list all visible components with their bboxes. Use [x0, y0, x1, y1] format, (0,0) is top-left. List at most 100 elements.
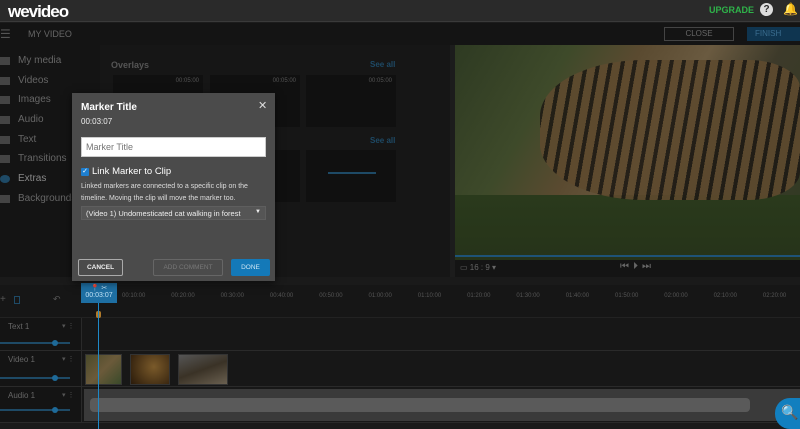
slider-knob[interactable] — [52, 375, 58, 381]
playback-controls: ⏮⏵⏭ — [620, 261, 655, 272]
audio-waveform — [90, 398, 750, 412]
background-icon — [0, 194, 10, 203]
sidebar-item-label: Transitions — [18, 153, 67, 164]
video-icon — [0, 76, 10, 85]
track-header: Video 1 ▾ ⋮ — [0, 351, 82, 386]
see-all-link[interactable]: See all — [370, 60, 395, 69]
track-volume-slider[interactable] — [0, 409, 70, 411]
aspect-ratio-value: 16 : 9 — [469, 263, 490, 272]
track-name: Video 1 — [8, 355, 35, 364]
track-menu-icon[interactable]: ▾ ⋮ — [62, 322, 74, 330]
project-name[interactable]: MY VIDEO — [28, 29, 72, 39]
timeline-ruler[interactable] — [0, 285, 800, 318]
sidebar-item-audio[interactable]: Audio — [0, 114, 44, 125]
sidebar-item-text[interactable]: Text — [0, 134, 36, 145]
sidebar-item-videos[interactable]: Videos — [0, 75, 48, 86]
ruler-tick-label: 01:00:00 — [368, 293, 392, 299]
ruler-tick-label: 00:10:00 — [122, 293, 146, 299]
sidebar-item-label: Images — [18, 94, 51, 105]
slider-knob[interactable] — [52, 407, 58, 413]
notification-bell-icon[interactable]: 🔔 — [783, 2, 798, 16]
dialog-title: Marker Title — [81, 102, 137, 113]
ruler-tick-label: 00:40:00 — [269, 293, 294, 299]
close-icon[interactable]: ✕ — [258, 99, 267, 112]
track-menu-icon[interactable]: ▾ ⋮ — [62, 355, 74, 363]
ruler-tick-label: 02:20:00 — [762, 293, 787, 299]
ruler-tick-label: 00:30:00 — [220, 293, 244, 299]
track-header: Text 1 ▾ ⋮ — [0, 318, 82, 350]
ruler-tick-label: 00:50:00 — [319, 293, 343, 299]
ruler-tick-label: 01:30:00 — [516, 293, 540, 299]
playhead-time: 00:03:07 — [85, 292, 113, 299]
play-icon[interactable]: ⏵ — [633, 261, 642, 272]
link-marker-label[interactable]: Link Marker to Clip — [92, 166, 171, 177]
sidebar-item-backgrounds[interactable]: Backgrounds — [0, 193, 76, 204]
finish-button[interactable]: FINISH — [747, 27, 800, 41]
skip-forward-icon[interactable]: ⏭ — [642, 261, 655, 272]
sidebar-item-label: Text — [18, 134, 37, 145]
add-track-icon[interactable]: + — [0, 294, 6, 305]
sidebar-item-label: Extras — [18, 173, 47, 184]
sidebar-item-label: Audio — [18, 114, 44, 125]
sidebar-item-my-media[interactable]: My media — [0, 55, 61, 66]
done-button[interactable]: DONE — [231, 259, 270, 276]
duration: 00:05:00 — [368, 78, 392, 84]
ruler-tick-label: 02:10:00 — [713, 293, 737, 299]
close-button[interactable]: CLOSE — [664, 27, 734, 41]
track-name: Audio 1 — [8, 391, 36, 400]
marker-title-input[interactable] — [81, 137, 266, 157]
extra-thumbnail[interactable] — [306, 150, 396, 202]
help-icon[interactable]: ? — [760, 3, 773, 16]
clip-select-value: (Video 1) Undomesticated cat walking in … — [86, 209, 241, 218]
video-clip[interactable] — [85, 354, 122, 385]
slider-knob[interactable] — [52, 340, 58, 346]
cancel-button[interactable]: CANCEL — [78, 259, 123, 276]
marker-time: 00:03:07 — [81, 117, 113, 126]
sidebar-item-label: Videos — [18, 75, 49, 86]
video-clip[interactable] — [130, 354, 170, 385]
video-clip[interactable] — [178, 354, 228, 385]
sidebar-item-extras[interactable]: Extras — [0, 173, 46, 184]
upgrade-link[interactable]: UPGRADE — [709, 5, 754, 15]
ruler-tick-label: 01:40:00 — [565, 293, 590, 299]
track-text-1: Text 1 ▾ ⋮ — [0, 318, 800, 351]
track-header: Audio 1 ▾ ⋮ — [0, 387, 82, 422]
link-description: Linked markers are connected to a specif… — [81, 183, 248, 202]
snap-icon[interactable] — [14, 296, 20, 304]
duration: 00:05:00 — [272, 78, 296, 84]
zoom-search-icon[interactable]: 🔍 — [775, 398, 800, 429]
ruler-tick-label: 01:10:00 — [417, 293, 442, 299]
chevron-down-icon: ▼ — [255, 209, 261, 215]
overlay-thumbnail[interactable]: 00:05:00 — [306, 75, 396, 127]
preview-foreground — [455, 195, 800, 260]
hamburger-menu-icon[interactable]: ☰ — [0, 27, 11, 41]
wevideo-logo[interactable]: wevideo — [8, 2, 69, 22]
track-volume-slider[interactable] — [0, 377, 70, 379]
playhead[interactable] — [98, 283, 99, 429]
preview-scrubber[interactable] — [455, 255, 800, 257]
track-menu-icon[interactable]: ▾ ⋮ — [62, 391, 74, 399]
aspect-ratio-select[interactable]: ▭ 16 : 9 ▾ — [460, 263, 496, 272]
top-bar — [0, 0, 800, 22]
marker-dialog: Marker Title 00:03:07 ✕ ✓ Link Marker to… — [72, 93, 275, 281]
see-all-link[interactable]: See all — [370, 136, 395, 145]
image-icon — [0, 95, 10, 104]
section-heading: Overlays — [111, 60, 150, 70]
sidebar-item-transitions[interactable]: Transitions — [0, 153, 67, 164]
duration: 00:05:00 — [175, 78, 199, 84]
playhead-marker-badge[interactable]: 📍 ✂ 00:03:07 — [81, 283, 117, 303]
ruler-tick-label: 01:50:00 — [615, 293, 639, 299]
undo-icon[interactable]: ↶ — [53, 294, 61, 305]
ruler-tick-label: 01:20:00 — [467, 293, 491, 299]
marker-and-cut-icons[interactable]: 📍 ✂ — [81, 284, 117, 292]
link-marker-checkbox[interactable]: ✓ — [81, 168, 89, 176]
add-comment-button[interactable]: ADD COMMENT — [153, 259, 223, 276]
skip-back-icon[interactable]: ⏮ — [620, 261, 633, 272]
ruler-tick-label: 00:20:00 — [171, 293, 195, 299]
clip-select[interactable]: (Video 1) Undomesticated cat walking in … — [81, 206, 266, 220]
ruler-tick-label: 02:00:00 — [664, 293, 688, 299]
smiley-icon — [0, 174, 10, 183]
folder-icon — [0, 56, 10, 65]
track-volume-slider[interactable] — [0, 342, 70, 344]
sidebar-item-images[interactable]: Images — [0, 94, 51, 105]
